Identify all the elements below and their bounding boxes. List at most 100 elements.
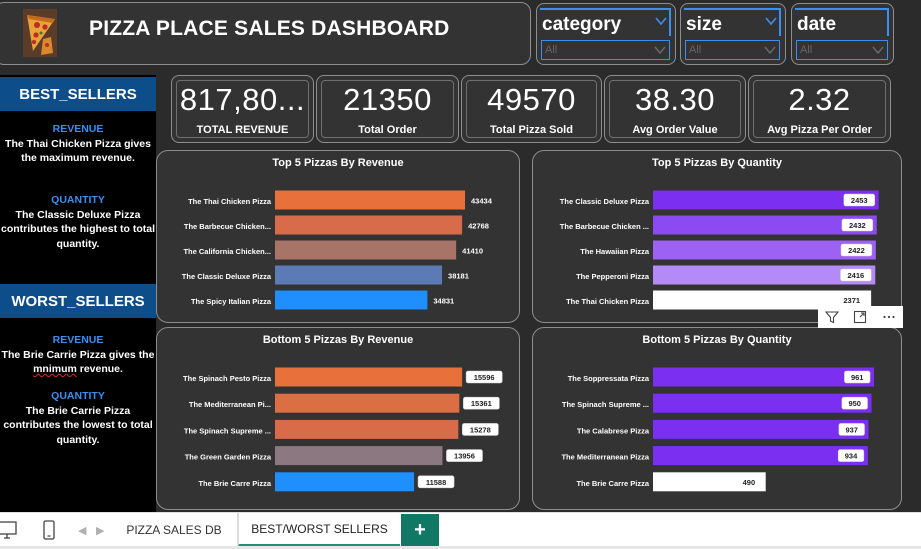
bar[interactable] — [275, 265, 443, 285]
data-label: 961 — [851, 373, 864, 382]
category-label: The Brie Carre Pizza — [198, 479, 271, 488]
kpi-row: 817,80... TOTAL REVENUE 21350 Total Orde… — [163, 67, 921, 149]
data-label: 2422 — [848, 246, 865, 255]
chevron-down-icon — [654, 46, 666, 55]
bar[interactable] — [653, 446, 868, 466]
tab-best-worst-sellers[interactable]: BEST/WORST SELLERS — [238, 513, 400, 547]
kpi-total-order[interactable]: 21350 Total Order — [316, 75, 459, 143]
top5-revenue-chart[interactable]: Top 5 Pizzas By Revenue The Thai Chicken… — [156, 150, 520, 323]
category-dropdown[interactable]: All — [541, 40, 670, 60]
bar[interactable] — [275, 215, 463, 235]
header-card: PIZZA PLACE SALES DASHBOARD — [0, 2, 531, 65]
bar[interactable] — [275, 240, 457, 260]
kpi-avg-order-value[interactable]: 38.30 Avg Order Value — [604, 75, 746, 143]
dashboard-canvas: PIZZA PLACE SALES DASHBOARD category All… — [0, 0, 921, 512]
filter-icon[interactable] — [822, 307, 842, 327]
quantity-label: QUANTITY — [51, 390, 105, 402]
revenue-label: REVENUE — [52, 123, 104, 135]
category-label: The Mediterranean Pi... — [189, 400, 271, 409]
bar[interactable] — [653, 419, 869, 439]
category-label: The Spicy Italian Pizza — [191, 297, 272, 306]
category-label: The Pepperoni Pizza — [576, 272, 650, 281]
date-slicer[interactable]: date All — [791, 3, 894, 65]
bar[interactable] — [275, 472, 415, 492]
more-options-icon[interactable] — [879, 307, 899, 327]
chevron-down-icon[interactable] — [765, 16, 777, 26]
quantity-label: QUANTITY — [51, 194, 105, 206]
category-label: The Classic Deluxe Pizza — [560, 197, 650, 206]
data-label: 2371 — [843, 296, 860, 305]
kpi-label: Total Order — [358, 124, 417, 136]
add-page-button[interactable]: + — [401, 514, 439, 547]
slicer-title: size — [686, 14, 722, 35]
data-label: 41410 — [462, 247, 483, 256]
best-quantity-insight: QUANTITY The Classic Deluxe Pizza contri… — [0, 193, 156, 251]
size-dropdown[interactable]: All — [685, 40, 780, 60]
category-label: The Thai Chicken Pizza — [188, 197, 272, 206]
bar[interactable] — [275, 446, 443, 466]
dropdown-value: All — [689, 44, 702, 56]
data-label: 38181 — [448, 272, 469, 281]
kpi-total-pizza-sold[interactable]: 49570 Total Pizza Sold — [461, 75, 602, 143]
insight-text: The Thai Chicken Pizza gives the maximum… — [5, 137, 151, 165]
bar[interactable] — [275, 290, 428, 310]
category-label: The Spinach Supreme ... — [184, 426, 271, 435]
data-label: 950 — [848, 399, 861, 408]
category-label: The Spinach Supreme ... — [562, 400, 649, 409]
bar[interactable] — [653, 393, 872, 413]
category-label: The Spinach Pesto Pizza — [183, 374, 272, 383]
category-label: The Calabrese Pizza — [577, 426, 650, 435]
category-label: The Classic Deluxe Pizza — [182, 272, 272, 281]
kpi-label: TOTAL REVENUE — [196, 124, 289, 136]
data-label: 2416 — [848, 271, 865, 280]
slicer-header: size — [684, 8, 781, 36]
bottom5-revenue-chart[interactable]: Bottom 5 Pizzas By Revenue The Spinach P… — [156, 327, 520, 510]
insight-text: revenue. — [76, 363, 123, 375]
mobile-view-icon[interactable] — [38, 519, 60, 541]
bar-chart-svg: The Classic Deluxe Pizza 2453 The Barbecue… — [560, 190, 879, 310]
size-slicer[interactable]: size All — [680, 3, 786, 65]
category-label: The Hawaiian Pizza — [580, 247, 650, 256]
chevron-down-icon — [872, 46, 884, 55]
focus-mode-icon[interactable] — [850, 307, 870, 327]
revenue-label: REVENUE — [52, 334, 104, 346]
kpi-avg-pizza-per-order[interactable]: 2.32 Avg Pizza Per Order — [748, 75, 891, 143]
insight-text: The Brie Carrie Pizza gives the — [1, 348, 155, 361]
data-label: 13956 — [454, 452, 475, 461]
worst-quantity-insight: QUANTITY The Brie Carrie Pizza contribut… — [0, 389, 156, 447]
kpi-value: 817,80... — [179, 82, 306, 117]
data-label: 934 — [845, 452, 858, 461]
category-label: The Thai Chicken Pizza — [566, 297, 650, 306]
date-dropdown[interactable]: All — [796, 40, 888, 60]
data-label: 15278 — [470, 425, 491, 434]
top5-quantity-chart[interactable]: Top 5 Pizzas By Quantity The Classic Del… — [532, 150, 902, 323]
slicer-title: category — [542, 14, 622, 35]
bar-chart-svg: The Soppressata Pizza 961 The Spinach Supr… — [561, 367, 875, 492]
scroll-right-icon[interactable]: ▶ — [96, 524, 104, 537]
kpi-total-revenue[interactable]: 817,80... TOTAL REVENUE — [171, 75, 314, 143]
kpi-label: Avg Pizza Per Order — [767, 124, 872, 136]
bar-chart-svg: The Thai Chicken Pizza 43434 The Barbecue … — [182, 190, 493, 310]
data-label: 11588 — [426, 478, 446, 487]
chevron-down-icon[interactable] — [655, 16, 667, 26]
bar[interactable] — [275, 190, 466, 210]
data-label: 490 — [743, 478, 756, 487]
bar[interactable] — [275, 419, 459, 439]
kpi-value: 49570 — [487, 82, 576, 117]
bar[interactable] — [275, 393, 460, 413]
dropdown-value: All — [545, 44, 558, 56]
bar-chart-svg: The Spinach Pesto Pizza 15596 The Mediterr… — [183, 367, 503, 492]
data-label: 34831 — [433, 297, 454, 306]
data-label: 937 — [845, 425, 858, 434]
bottom5-quantity-chart[interactable]: Bottom 5 Pizzas By Quantity The Soppress… — [532, 327, 902, 510]
slicer-title: date — [797, 14, 837, 35]
scroll-left-icon[interactable]: ◀ — [78, 524, 86, 537]
chevron-down-icon — [764, 46, 776, 55]
kpi-value: 21350 — [343, 82, 432, 117]
data-label: 42768 — [468, 222, 489, 231]
category-slicer[interactable]: category All — [536, 3, 676, 65]
tab-pizza-sales-db[interactable]: PIZZA SALES DB — [111, 513, 238, 547]
bar[interactable] — [275, 367, 463, 387]
desktop-view-icon[interactable] — [0, 519, 18, 541]
bar[interactable] — [653, 367, 875, 387]
